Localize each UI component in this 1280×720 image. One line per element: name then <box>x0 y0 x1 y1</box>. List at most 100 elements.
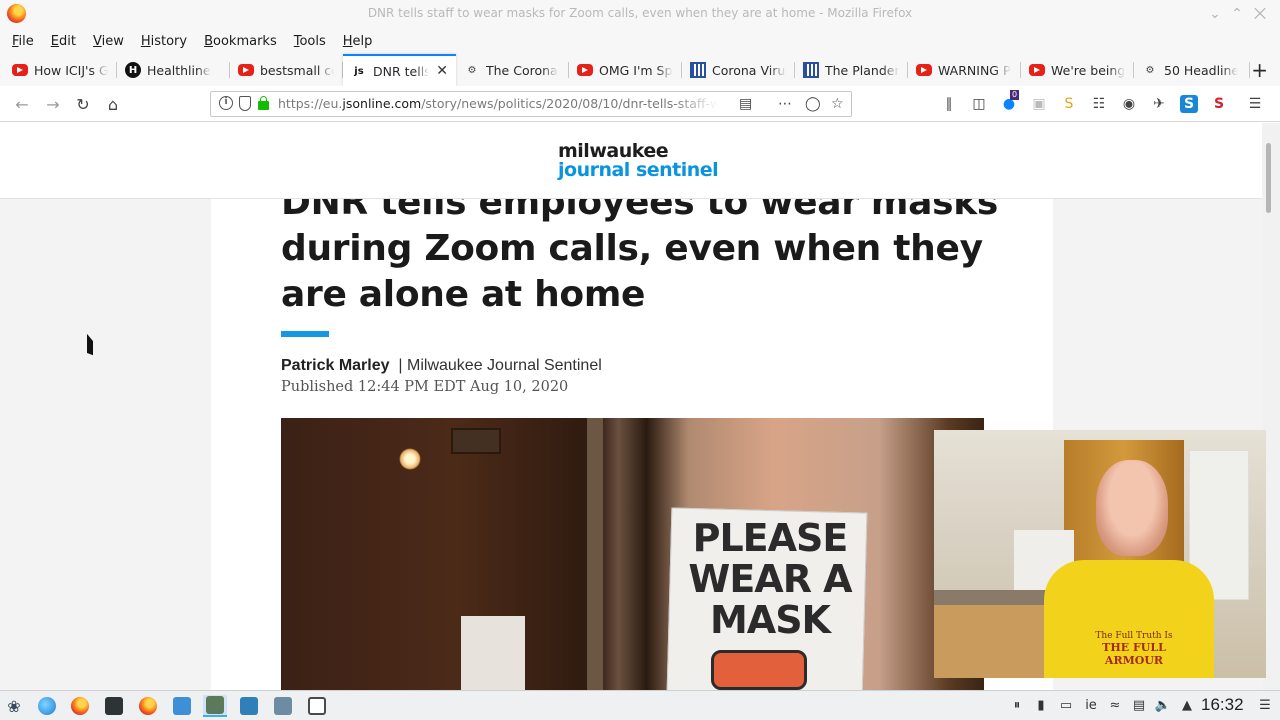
menu-edit[interactable]: Edit <box>51 34 76 49</box>
site-masthead[interactable]: milwaukee journal sentinel <box>0 123 1262 199</box>
tab-the-corona[interactable]: ⚙ The Corona <box>456 54 569 86</box>
extension-s-icon[interactable]: S <box>1060 95 1078 113</box>
maximize-icon[interactable]: ⌃ <box>1227 4 1247 24</box>
hamburger-menu-icon[interactable]: ☰ <box>1246 95 1264 113</box>
menu-view[interactable]: View <box>93 34 124 49</box>
author-name[interactable]: Patrick Marley <box>281 357 390 374</box>
tab-plandemic[interactable]: The Planden <box>795 54 908 86</box>
firefox-alt-icon[interactable] <box>136 695 160 717</box>
tab-warning[interactable]: WARNING P <box>908 54 1021 86</box>
youtube-icon <box>1029 64 1045 76</box>
sidebar-icon[interactable]: ◫ <box>970 95 988 113</box>
keyboard-layout[interactable]: ie <box>1082 697 1100 715</box>
headline-accent-bar <box>281 331 329 337</box>
wifi-icon[interactable]: ≈ <box>1106 697 1124 715</box>
volume-icon[interactable]: 🔈 <box>1154 697 1172 715</box>
bookmark-star-icon[interactable]: ☆ <box>831 96 844 112</box>
tab-strip: How ICIJ's G H Healthline bestsmall co js… <box>0 54 1280 86</box>
jsonline-icon: js <box>354 65 364 77</box>
info-icon[interactable]: i <box>219 96 233 110</box>
byline: Patrick Marley | Milwaukee Journal Senti… <box>281 357 602 375</box>
account-icon[interactable]: ◉ <box>1120 95 1138 113</box>
pause-icon[interactable]: ⏸ <box>1008 697 1026 715</box>
lock-icon[interactable] <box>258 96 269 110</box>
s-extension-icon[interactable]: S <box>1210 95 1228 113</box>
tab-omg[interactable]: OMG I'm Spe <box>569 54 682 86</box>
clock[interactable]: 16:32 <box>1201 695 1244 715</box>
article-photo[interactable]: PLEASE WEAR A MASK <box>281 418 984 690</box>
photo-lamp <box>399 448 421 470</box>
mouse-cursor <box>87 333 93 356</box>
healthline-icon: H <box>125 62 141 78</box>
menu-bar: File Edit View History Bookmarks Tools H… <box>0 28 1280 54</box>
menu-help[interactable]: Help <box>343 34 373 49</box>
webcam-overlay: The Full Truth Is THE FULL ARMOUR <box>934 430 1266 678</box>
reload-icon[interactable]: ↻ <box>72 94 94 116</box>
tab-50-headlines[interactable]: ⚙ 50 Headline <box>1134 54 1250 86</box>
url-text[interactable]: https://eu.jsonline.com/story/news/polit… <box>278 96 718 111</box>
library-icon[interactable]: ∥ <box>940 95 958 113</box>
close-window-icon[interactable]: ⨉ <box>1250 4 1270 24</box>
extension-badge-icon[interactable]: ● 0 <box>1000 90 1020 113</box>
tray-expand-icon[interactable]: ▲ <box>1178 697 1196 715</box>
reader-view-icon[interactable]: ▤ <box>739 96 752 112</box>
menu-history[interactable]: History <box>141 34 187 49</box>
globe-icon[interactable] <box>35 695 59 717</box>
skype-icon[interactable]: S <box>1180 95 1198 113</box>
tab-dnr-tells[interactable]: js DNR tells ✕ <box>343 54 456 86</box>
article-headline: DNR tells employees to wear masks during… <box>281 182 998 315</box>
show-desktop-icon[interactable]: ☰ <box>1256 697 1274 715</box>
forward-icon[interactable]: → <box>42 94 64 116</box>
battery-icon[interactable]: ▭ <box>1057 697 1075 715</box>
youtube-icon <box>916 64 932 76</box>
youtube-icon <box>577 64 593 76</box>
terminal-icon[interactable] <box>102 695 126 717</box>
new-tab-icon[interactable]: + <box>1251 58 1268 82</box>
tab-corona-virus[interactable]: Corona Virus <box>682 54 795 86</box>
shirt-text: The Full Truth Is THE FULL ARMOUR <box>1095 631 1173 667</box>
menu-bookmarks[interactable]: Bookmarks <box>204 34 277 49</box>
gear-icon: ⚙ <box>1145 64 1155 76</box>
back-icon[interactable]: ← <box>11 94 33 116</box>
home-icon[interactable]: ⌂ <box>102 94 124 116</box>
tracking-shield-icon[interactable] <box>239 96 251 111</box>
notification-count: 0 <box>1010 90 1020 100</box>
photo-background-sign <box>461 616 525 690</box>
usb-icon[interactable]: ▮ <box>1032 697 1050 715</box>
add-task-icon[interactable] <box>305 695 329 717</box>
plane-icon[interactable]: ✈ <box>1150 95 1168 113</box>
menu-file[interactable]: File <box>12 34 34 49</box>
skype-task-icon[interactable] <box>237 695 261 717</box>
tab-healthline[interactable]: H Healthline <box>117 54 230 86</box>
app-launcher-icon[interactable]: ❀ <box>2 695 26 717</box>
page-actions-icon[interactable]: ⋯ <box>778 96 792 112</box>
minimize-icon[interactable]: ⌄ <box>1205 4 1225 24</box>
webcam-counter <box>934 605 1044 678</box>
grid-icon <box>803 62 819 78</box>
menu-tools[interactable]: Tools <box>294 34 326 49</box>
masthead-journal-sentinel: journal sentinel <box>558 159 719 181</box>
folder-icon[interactable] <box>170 695 194 717</box>
outlet-name: | Milwaukee Journal Sentinel <box>398 357 602 374</box>
photo-small-sign <box>451 428 501 454</box>
container-icon[interactable]: ▣ <box>1030 95 1048 113</box>
clipboard-icon[interactable]: ▤ <box>1130 697 1148 715</box>
photo-window-frame <box>587 418 603 690</box>
text-editor-icon[interactable] <box>271 695 295 717</box>
screen-recorder-icon[interactable] <box>203 695 227 717</box>
tab-were-being[interactable]: We're being <box>1021 54 1134 86</box>
barcode-icon[interactable]: ☷ <box>1090 95 1108 113</box>
url-bar[interactable]: i https://eu.jsonline.com/story/news/pol… <box>210 91 852 117</box>
mask-drawing <box>711 650 807 690</box>
navigation-toolbar: ← → ↻ ⌂ i https://eu.jsonline.com/story/… <box>0 86 1280 122</box>
window-title: DNR tells staff to wear masks for Zoom c… <box>367 6 913 20</box>
firefox-icon[interactable] <box>68 695 92 717</box>
youtube-icon <box>12 64 28 76</box>
tab-bestsmall[interactable]: bestsmall co <box>230 54 343 86</box>
taskbar: ❀ ⏸ ▮ ▭ ie ≈ ▤ 🔈 ▲ 16:32 ☰ <box>0 690 1280 720</box>
scrollbar-thumb[interactable] <box>1266 143 1271 213</box>
close-tab-icon[interactable]: ✕ <box>436 63 448 79</box>
grid-icon <box>690 62 706 78</box>
tab-how-icij[interactable]: How ICIJ's G <box>4 54 117 86</box>
pocket-icon[interactable]: ◯ <box>805 96 821 112</box>
